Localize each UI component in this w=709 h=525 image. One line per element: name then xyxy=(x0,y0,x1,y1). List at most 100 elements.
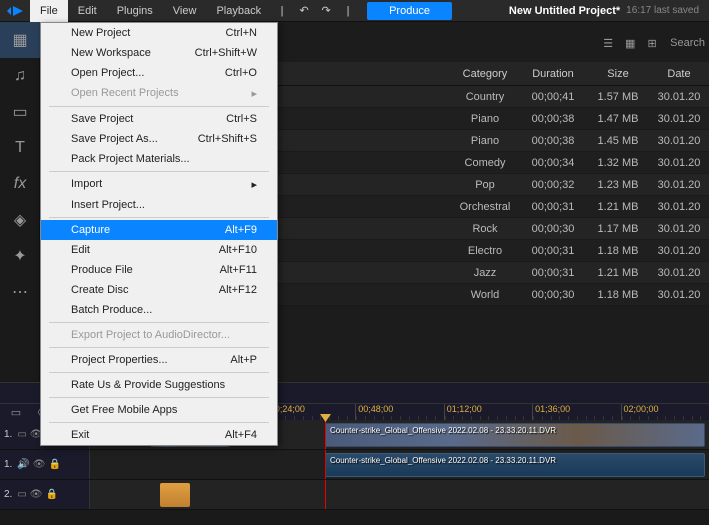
lock-icon[interactable]: 🔒 xyxy=(49,459,61,470)
menu-create-disc[interactable]: Create DiscAlt+F12 xyxy=(41,280,277,300)
col-category[interactable]: Category xyxy=(451,68,519,80)
menu-import[interactable]: Import▸ xyxy=(41,174,277,195)
playhead xyxy=(325,480,326,509)
undo-icon[interactable]: ↶ xyxy=(293,0,315,22)
menu-new-workspace[interactable]: New WorkspaceCtrl+Shift+W xyxy=(41,43,277,63)
list-view-icon[interactable]: ☰ xyxy=(598,34,618,52)
menu-mobile[interactable]: Get Free Mobile Apps xyxy=(41,400,277,420)
cell-date: 30.01.20 xyxy=(649,179,709,191)
col-size[interactable]: Size xyxy=(587,68,649,80)
menu-separator xyxy=(49,347,269,348)
cell-date: 30.01.20 xyxy=(649,113,709,125)
menu-open-recent: Open Recent Projects▸ xyxy=(41,83,277,104)
audio-track-icon[interactable]: 🔊 xyxy=(17,459,29,470)
menu-separator xyxy=(49,422,269,423)
app-logo-icon xyxy=(0,0,30,22)
search-label[interactable]: Search xyxy=(670,37,705,49)
cell-size: 1.17 MB xyxy=(587,223,649,235)
track-content[interactable]: Counter-strike_Global_Offensive 2022.02.… xyxy=(90,450,709,479)
cell-category: Pop xyxy=(451,179,519,191)
menu-save-as[interactable]: Save Project As...Ctrl+Shift+S xyxy=(41,129,277,149)
col-date[interactable]: Date xyxy=(649,68,709,80)
sidebar-media-icon[interactable]: ▦ xyxy=(0,22,40,58)
cell-duration: 00;00;41 xyxy=(519,91,587,103)
menu-separator xyxy=(49,397,269,398)
cell-size: 1.18 MB xyxy=(587,289,649,301)
menu-produce-file[interactable]: Produce FileAlt+F11 xyxy=(41,260,277,280)
menu-edit-item[interactable]: EditAlt+F10 xyxy=(41,240,277,260)
cell-size: 1.21 MB xyxy=(587,201,649,213)
cell-size: 1.57 MB xyxy=(587,91,649,103)
cell-size: 1.47 MB xyxy=(587,113,649,125)
cell-duration: 00;00;30 xyxy=(519,223,587,235)
sidebar-more-icon[interactable]: ⋯ xyxy=(0,274,40,310)
track-display-icon[interactable]: ▭ xyxy=(6,405,26,419)
lock-icon[interactable]: 🔒 xyxy=(46,489,58,500)
cell-size: 1.45 MB xyxy=(587,135,649,147)
sidebar-particle-icon[interactable]: ✦ xyxy=(0,238,40,274)
menu-rate[interactable]: Rate Us & Provide Suggestions xyxy=(41,375,277,395)
menu-properties[interactable]: Project Properties...Alt+P xyxy=(41,350,277,370)
grid-view-icon[interactable]: ▦ xyxy=(620,34,640,52)
cell-category: World xyxy=(451,289,519,301)
menu-exit[interactable]: ExitAlt+F4 xyxy=(41,425,277,445)
project-title: New Untitled Project* 16:17 last saved xyxy=(509,5,709,17)
produce-button[interactable]: Produce xyxy=(367,2,452,20)
eye-icon[interactable]: 👁 xyxy=(33,459,46,470)
track-number: 1. xyxy=(4,429,12,440)
clip-audio[interactable]: Counter-strike_Global_Offensive 2022.02.… xyxy=(325,453,705,477)
menu-batch[interactable]: Batch Produce... xyxy=(41,300,277,320)
cell-duration: 00;00;32 xyxy=(519,179,587,191)
divider: | xyxy=(271,0,293,22)
sidebar-fx-icon[interactable]: fx xyxy=(0,166,40,202)
divider: | xyxy=(337,0,359,22)
detail-view-icon[interactable]: ⊞ xyxy=(642,34,662,52)
cell-category: Piano xyxy=(451,113,519,125)
clip-small[interactable] xyxy=(160,483,190,507)
track-head: 1. 🔊 👁 🔒 xyxy=(0,450,90,479)
clip-label: Counter-strike_Global_Offensive 2022.02.… xyxy=(330,426,556,435)
track-content[interactable] xyxy=(90,480,709,509)
cell-date: 30.01.20 xyxy=(649,91,709,103)
cell-duration: 00;00;31 xyxy=(519,267,587,279)
cell-duration: 00;00;31 xyxy=(519,201,587,213)
cell-duration: 00;00;31 xyxy=(519,245,587,257)
chevron-right-icon: ▸ xyxy=(251,87,257,100)
menu-edit[interactable]: Edit xyxy=(68,0,107,22)
redo-icon[interactable]: ↷ xyxy=(315,0,337,22)
video-track-icon[interactable]: ▭ xyxy=(17,429,26,440)
sidebar-image-icon[interactable]: ▭ xyxy=(0,94,40,130)
view-toolbar: ☰ ▦ ⊞ Search xyxy=(598,34,705,52)
cell-category: Rock xyxy=(451,223,519,235)
menu-new-project[interactable]: New ProjectCtrl+N xyxy=(41,23,277,43)
ruler-tick: 00;24;00 xyxy=(267,404,355,420)
file-menu-dropdown: New ProjectCtrl+N New WorkspaceCtrl+Shif… xyxy=(40,22,278,446)
clip-video[interactable]: Counter-strike_Global_Offensive 2022.02.… xyxy=(325,423,705,447)
track-number: 1. xyxy=(4,459,12,470)
menu-save-project[interactable]: Save ProjectCtrl+S xyxy=(41,109,277,129)
menu-playback[interactable]: Playback xyxy=(206,0,271,22)
menu-pack[interactable]: Pack Project Materials... xyxy=(41,149,277,169)
col-duration[interactable]: Duration xyxy=(519,68,587,80)
eye-icon[interactable]: 👁 xyxy=(30,489,43,500)
menu-view[interactable]: View xyxy=(163,0,207,22)
last-saved: 16:17 last saved xyxy=(626,5,699,16)
menu-capture[interactable]: CaptureAlt+F9 xyxy=(41,220,277,240)
menu-separator xyxy=(49,171,269,172)
sidebar-text-icon[interactable]: T xyxy=(0,130,40,166)
cell-date: 30.01.20 xyxy=(649,135,709,147)
menu-separator xyxy=(49,322,269,323)
sidebar-overlay-icon[interactable]: ◈ xyxy=(0,202,40,238)
cell-size: 1.23 MB xyxy=(587,179,649,191)
menu-insert[interactable]: Insert Project... xyxy=(41,195,277,215)
video-track-icon[interactable]: ▭ xyxy=(17,489,26,500)
menu-file[interactable]: File xyxy=(30,0,68,22)
menu-plugins[interactable]: Plugins xyxy=(107,0,163,22)
menu-open-project[interactable]: Open Project...Ctrl+O xyxy=(41,63,277,83)
sidebar-audio-icon[interactable]: ♫ xyxy=(0,58,40,94)
cell-size: 1.21 MB xyxy=(587,267,649,279)
menu-export-audio: Export Project to AudioDirector... xyxy=(41,325,277,345)
cell-category: Piano xyxy=(451,135,519,147)
video-track-2: 2. ▭ 👁 🔒 xyxy=(0,480,709,510)
playhead[interactable] xyxy=(325,420,326,449)
